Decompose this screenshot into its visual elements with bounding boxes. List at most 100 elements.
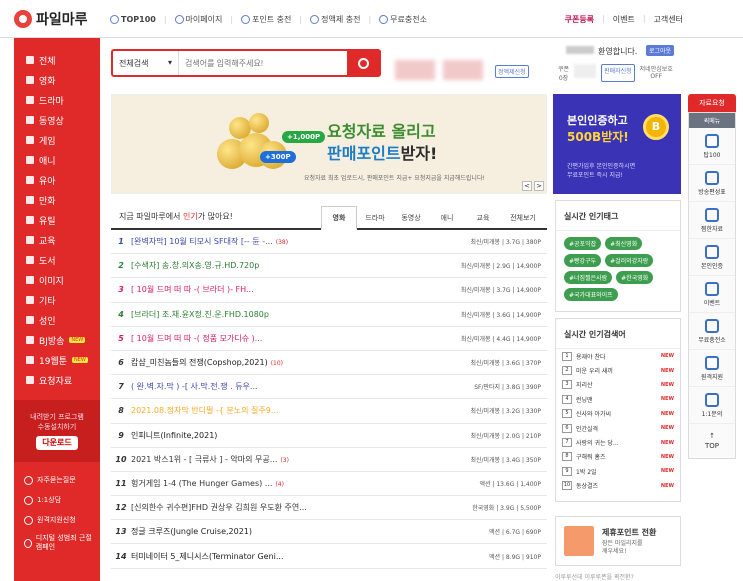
table-row[interactable]: 11 헝거게임 1-4 (The Hunger Games) ... (4) 액션 |… bbox=[111, 472, 547, 497]
row-title[interactable]: 2021 박스1위 - [ 극류사 ] - 악마의 무공... (3) bbox=[131, 454, 437, 465]
table-row[interactable]: 7 ( 완.벽.자.막 ) -[ 사.막.전.쟁 . 듀우... SF/판타지 | … bbox=[111, 375, 547, 400]
nav-point-charge[interactable]: 포인트 충전 bbox=[241, 14, 291, 25]
sidebar-item-image[interactable]: 이미지 bbox=[14, 270, 100, 290]
quick-event[interactable]: 이벤트 bbox=[689, 276, 735, 313]
nav-fixed-charge[interactable]: 정액제 충전 bbox=[310, 14, 360, 25]
sidebar-item-util[interactable]: 유틸 bbox=[14, 210, 100, 230]
sidebar-item-anime[interactable]: 애니 bbox=[14, 150, 100, 170]
table-row[interactable]: 8 2021.08.정자막 반디펄 -{ 분노의 질주9... 최신/미개봉 | 3… bbox=[111, 399, 547, 424]
support-link[interactable]: 고객센터 bbox=[654, 14, 683, 25]
search-button[interactable] bbox=[347, 51, 379, 75]
tab-anime[interactable]: 애니 bbox=[429, 206, 465, 230]
chat-link[interactable]: 1:1상담 bbox=[14, 490, 100, 510]
tag-chip[interactable]: #한국영화 bbox=[616, 271, 654, 284]
list-item[interactable]: 9 1박 2일 NEW bbox=[556, 464, 680, 478]
quick-top100[interactable]: 탑100 bbox=[689, 128, 735, 165]
tag-chip[interactable]: #국가대표와이프 bbox=[564, 288, 618, 301]
tag-chip[interactable]: #공포익잡 bbox=[564, 237, 602, 250]
table-row[interactable]: 6 캅샵_미친놈들의 전쟁(Copshop,2021) (10) 최신/미개봉 | 3… bbox=[111, 351, 547, 376]
search-scope-select[interactable]: 전체검색 ▾ bbox=[113, 51, 179, 75]
row-title[interactable]: [완벽자막] 10월 티모시 SF대작 [-- 듄 -... (38) bbox=[131, 236, 437, 247]
remote-link[interactable]: 원격지원신청 bbox=[14, 510, 100, 530]
list-item[interactable]: 8 구해줘 홈즈 NEW bbox=[556, 450, 680, 464]
table-row[interactable]: 1 [완벽자막] 10월 티모시 SF대작 [-- 듄 -... (38) 최신/미개… bbox=[111, 230, 547, 255]
tab-movie[interactable]: 영화 bbox=[321, 206, 357, 230]
row-title[interactable]: [브라더] 조.채.윤X정.진.운.FHD.1080p bbox=[131, 309, 437, 320]
banner-next-button[interactable]: > bbox=[534, 181, 544, 191]
request-button[interactable]: 자료요청 bbox=[688, 94, 736, 112]
quick-free-charge[interactable]: 무료충전소 bbox=[689, 313, 735, 350]
list-item[interactable]: 6 인간실격 NEW bbox=[556, 421, 680, 435]
row-title[interactable]: 2021.08.정자막 반디펄 -{ 분노의 질주9... bbox=[131, 405, 437, 416]
table-row[interactable]: 9 인피니트(Infinite,2021) 최신/미개봉 | 2.0G | 210P bbox=[111, 424, 547, 448]
search-input[interactable] bbox=[179, 51, 347, 75]
row-title[interactable]: 정글 크루즈(Jungle Cruise,2021) bbox=[131, 526, 437, 537]
tab-drama[interactable]: 드라마 bbox=[357, 206, 393, 230]
sidebar-item-webtoon[interactable]: 19웹툰 NEW bbox=[14, 350, 100, 370]
sidebar-item-movie[interactable]: 영화 bbox=[14, 70, 100, 90]
tag-chip[interactable]: #너짐찔은사람 bbox=[564, 271, 613, 284]
sidebar-item-request[interactable]: 요청자료 bbox=[14, 370, 100, 390]
sidebar-item-all[interactable]: 전체 bbox=[14, 50, 100, 70]
safe-protect-toggle[interactable]: 저네안심보호 OFF bbox=[640, 64, 673, 82]
faq-link[interactable]: 자주묻는질문 bbox=[14, 470, 100, 490]
row-title[interactable]: 인피니트(Infinite,2021) bbox=[131, 430, 437, 441]
table-row[interactable]: 5 [ 10월 드며 떠 따 -( 정품 모가디슈 )... 최신/미개봉 | 4.… bbox=[111, 327, 547, 351]
list-item[interactable]: 4 런닝맨 NEW bbox=[556, 392, 680, 406]
tab-all[interactable]: 전체보기 bbox=[501, 206, 545, 230]
logout-button[interactable]: 로그아웃 bbox=[646, 45, 675, 56]
sidebar-item-bj[interactable]: BJ방송 NEW bbox=[14, 330, 100, 350]
sidebar-item-comic[interactable]: 만화 bbox=[14, 190, 100, 210]
list-item[interactable]: 7 사랑의 귀는 당... NEW bbox=[556, 435, 680, 449]
seller-apply-button[interactable]: 판매자신청 bbox=[601, 64, 635, 82]
list-item[interactable]: 10 동상결즈 NEW bbox=[556, 479, 680, 493]
table-row[interactable]: 3 [ 10월 드며 떠 따 -( 브라더 )- FH... 최신/미개봉 | 3.… bbox=[111, 278, 547, 303]
row-title[interactable]: [ 10월 드며 떠 따 -( 정품 모가디슈 )... bbox=[131, 333, 437, 344]
table-row[interactable]: 4 [브라더] 조.채.윤X정.진.운.FHD.1080p 최신/미개봉 | 3.6… bbox=[111, 303, 547, 327]
download-button[interactable]: 다운로드 bbox=[36, 436, 78, 450]
row-title[interactable]: 헝거게임 1-4 (The Hunger Games) ... (4) bbox=[131, 478, 437, 489]
sidebar-item-adult[interactable]: 성인 bbox=[14, 310, 100, 330]
sidebar-item-books[interactable]: 도서 bbox=[14, 250, 100, 270]
quick-inquiry[interactable]: 1:1문의 bbox=[689, 387, 735, 424]
event-link[interactable]: 이벤트 bbox=[613, 14, 635, 25]
sidebar-item-etc[interactable]: 기타 bbox=[14, 290, 100, 310]
point-convert-card[interactable]: 제휴포인트 전환 잠든 마일리지를 깨우세요! bbox=[555, 516, 681, 566]
list-item[interactable]: 1 용재야 찬다 NEW bbox=[556, 349, 680, 363]
request-banner[interactable]: +1,000P +300P 요청자료 올리고 판매포인트받자! 요청자료 최초 … bbox=[111, 94, 547, 194]
sidebar-item-drama[interactable]: 드라마 bbox=[14, 90, 100, 110]
list-item[interactable]: 2 미운 우리 새끼 NEW bbox=[556, 363, 680, 377]
row-title[interactable]: ( 완.벽.자.막 ) -[ 사.막.전.쟁 . 듀우... bbox=[131, 381, 437, 392]
table-row[interactable]: 10 2021 박스1위 - [ 극류사 ] - 악마의 무공... (3) 최신/미… bbox=[111, 448, 547, 472]
table-row[interactable]: 14 터미네이터 5_제니시스(Terminator Geni... 액션 | 8.… bbox=[111, 544, 547, 569]
tag-chip[interactable]: #걸러와강자랑 bbox=[605, 254, 654, 267]
nav-mypage[interactable]: 마이페이지 bbox=[174, 14, 222, 25]
tab-edu[interactable]: 교육 bbox=[465, 206, 501, 230]
sidebar-item-edu[interactable]: 교육 bbox=[14, 230, 100, 250]
site-logo[interactable]: 파일마루 bbox=[14, 9, 88, 29]
table-row[interactable]: 13 정글 크루즈(Jungle Cruise,2021) 액션 | 6.7G | … bbox=[111, 520, 547, 545]
sidebar-item-game[interactable]: 게임 bbox=[14, 130, 100, 150]
fixed-plan-button[interactable]: 정액제신청 bbox=[495, 65, 529, 78]
row-title[interactable]: 캅샵_미친놈들의 전쟁(Copshop,2021) (10) bbox=[131, 357, 437, 368]
sidebar-item-kids[interactable]: 유아 bbox=[14, 170, 100, 190]
quick-remote[interactable]: 원격지원 bbox=[689, 350, 735, 387]
coupon-register-link[interactable]: 쿠폰등록 bbox=[565, 14, 594, 25]
list-item[interactable]: 3 지리산 NEW bbox=[556, 378, 680, 392]
scroll-top-button[interactable]: ↑ TOP bbox=[689, 424, 735, 458]
verify-ad[interactable]: 본인인증하고 500B받자! B 간편가입후 본인인증하시면 무료포인트 즉시 지… bbox=[553, 94, 681, 194]
banner-prev-button[interactable]: < bbox=[522, 181, 532, 191]
list-item[interactable]: 5 신사와 아가씨 NEW bbox=[556, 407, 680, 421]
table-row[interactable]: 12 [신의한수 귀수편]FHD 권상우 김희원 우도환 주연... 한국영화 | … bbox=[111, 496, 547, 521]
row-title[interactable]: [ 10월 드며 떠 따 -( 브라더 )- FH... bbox=[131, 284, 437, 295]
row-title[interactable]: [신의한수 귀수편]FHD 권상우 김희원 우도환 주연... bbox=[131, 502, 437, 513]
table-row[interactable]: 2 [수색자] 송.창.의X송.영.규.HD.720p 최신/미개봉 | 2.9G … bbox=[111, 254, 547, 279]
tab-video[interactable]: 동영상 bbox=[393, 206, 429, 230]
quick-schedule[interactable]: 방송편성표 bbox=[689, 165, 735, 202]
row-title[interactable]: [수색자] 송.창.의X송.영.규.HD.720p bbox=[131, 260, 437, 271]
quick-wishlist[interactable]: 찜한자료 bbox=[689, 202, 735, 239]
quick-verify[interactable]: 본인인증 bbox=[689, 239, 735, 276]
tag-chip[interactable]: #빵강구두 bbox=[564, 254, 602, 267]
campaign-link[interactable]: 디지털 성범죄 근절 캠페인 bbox=[14, 530, 100, 556]
nav-top100[interactable]: TOP100 bbox=[110, 14, 156, 25]
